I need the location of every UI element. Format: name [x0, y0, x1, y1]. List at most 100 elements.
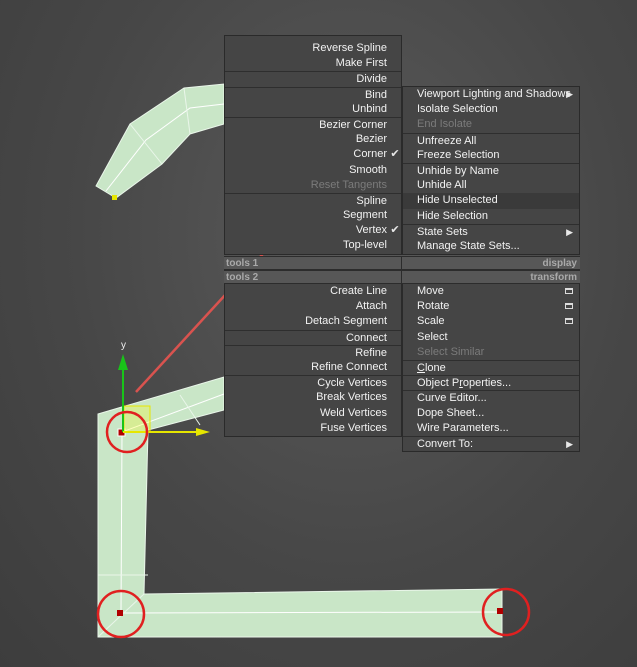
menu-item-break-vertices[interactable]: Break Vertices	[225, 390, 401, 405]
header-divider	[401, 270, 402, 284]
menu-item-label: Move	[417, 285, 444, 297]
menu-item-scale[interactable]: Scale	[403, 314, 579, 329]
menu-item-end-isolate: End Isolate	[403, 117, 579, 132]
menu-item-label: State Sets	[417, 225, 468, 238]
menu-item-bezier-corner[interactable]: Bezier Corner	[225, 116, 401, 132]
header-label-transform: transform	[530, 272, 577, 283]
menu-item-label: Bind	[364, 88, 387, 101]
menu-item-viewport-lighting-and-shadows[interactable]: Viewport Lighting and Shadows ▶	[403, 87, 579, 102]
menu-item-label: Freeze Selection	[417, 148, 500, 161]
header-divider	[401, 256, 402, 270]
menu-item-curve-editor[interactable]: Curve Editor...	[403, 390, 579, 405]
menu-item-spline[interactable]: Spline	[225, 192, 401, 208]
menu-item-label: Break Vertices	[316, 391, 387, 404]
vertex-marker[interactable]	[117, 610, 123, 616]
menu-item-label: Bezier Corner	[319, 118, 387, 131]
vertex-marker[interactable]	[497, 608, 503, 614]
menu-item-state-sets[interactable]: State Sets ▶	[403, 223, 579, 239]
spline-shape-upper[interactable]	[95, 83, 225, 200]
menu-item-unbind[interactable]: Unbind	[225, 102, 401, 117]
menu-item-label: Unbind	[352, 102, 387, 115]
menu-item-label: Smooth	[349, 163, 387, 176]
menu-item-label: Reset Tangents	[310, 178, 387, 191]
menu-item-select[interactable]: Select	[403, 330, 579, 345]
menu-item-rotate[interactable]: Rotate	[403, 299, 579, 314]
menu-item-convert-to[interactable]: Convert To: ▶	[403, 435, 579, 451]
menu-item-label: Detach Segment	[305, 315, 387, 328]
menu-item-label: Manage State Sets...	[417, 239, 520, 252]
menu-item-label: Refine Connect	[311, 360, 387, 373]
menu-item-label: Rotate	[417, 300, 450, 313]
quad-tools2: Create Line Attach Detach Segment Connect Re…	[224, 284, 402, 437]
checkmark-icon: ✔	[390, 148, 400, 161]
settings-dialog-icon[interactable]	[565, 303, 573, 310]
menu-item-unhide-all[interactable]: Unhide All	[403, 178, 579, 193]
menu-item-top-level[interactable]: Top-level	[225, 238, 401, 253]
menu-item-label: Corner	[353, 148, 387, 161]
settings-dialog-icon[interactable]	[565, 288, 573, 294]
quad-tools1: Reverse Spline Make First Divide Bind Unbind…	[224, 35, 402, 255]
settings-dialog-icon[interactable]	[565, 318, 573, 325]
submenu-arrow-icon: ▶	[566, 89, 573, 99]
menu-item-segment[interactable]: Segment	[225, 208, 401, 223]
menu-item-label: Unfreeze All	[417, 134, 477, 147]
menu-item-divide[interactable]: Divide	[225, 71, 401, 86]
menu-item-dope-sheet[interactable]: Dope Sheet...	[403, 406, 579, 421]
menu-item-label: Isolate Selection	[417, 103, 498, 116]
menu-item-bind[interactable]: Bind	[225, 86, 401, 102]
menu-item-label: Divide	[356, 73, 387, 86]
menu-item-hide-selection[interactable]: Hide Selection	[403, 209, 579, 224]
menu-item-clone[interactable]: Clone	[403, 359, 579, 375]
menu-item-label: Refine	[355, 346, 387, 359]
menu-item-hide-unselected[interactable]: Hide Unselected	[403, 193, 579, 209]
quad-transform: Move Rotate Scale Select Select Similar Clone…	[402, 284, 580, 453]
submenu-arrow-icon: ▶	[566, 438, 573, 449]
menu-item-create-line[interactable]: Create Line	[225, 284, 401, 299]
menu-item-wire-parameters[interactable]: Wire Parameters...	[403, 421, 579, 436]
menu-item-move[interactable]: Move	[403, 284, 579, 299]
menu-item-object-properties[interactable]: Object Properties...	[403, 375, 579, 390]
menu-item-weld-vertices[interactable]: Weld Vertices	[225, 406, 401, 421]
header-label-tools1: tools 1	[226, 258, 259, 269]
menu-item-detach-segment[interactable]: Detach Segment	[225, 314, 401, 329]
menu-item-label: Cycle Vertices	[317, 377, 387, 390]
menu-item-cycle-vertices[interactable]: Cycle Vertices	[225, 375, 401, 390]
menu-item-manage-state-sets[interactable]: Manage State Sets...	[403, 239, 579, 254]
menu-item-label: Clone	[417, 361, 446, 374]
menu-item-connect[interactable]: Connect	[225, 329, 401, 345]
menu-item-fuse-vertices[interactable]: Fuse Vertices	[225, 421, 401, 436]
menu-item-reverse-spline[interactable]: Reverse Spline	[225, 41, 401, 56]
menu-item-bezier[interactable]: Bezier	[225, 132, 401, 147]
menu-item-label: Make First	[335, 57, 387, 70]
menu-item-refine[interactable]: Refine	[225, 344, 401, 360]
menu-item-freeze-selection[interactable]: Freeze Selection	[403, 148, 579, 163]
menu-item-corner[interactable]: Corner ✔	[225, 147, 401, 162]
menu-item-label: Segment	[342, 209, 387, 222]
menu-item-make-first[interactable]: Make First	[225, 56, 401, 71]
gizmo-y-label: y	[121, 340, 126, 351]
quad-header-tools2: tools 2 transform	[224, 270, 580, 284]
menu-item-label: Wire Parameters...	[417, 421, 509, 434]
vertex-marker[interactable]	[112, 195, 117, 200]
menu-item-label: Connect	[346, 331, 387, 344]
menu-item-refine-connect[interactable]: Refine Connect	[225, 360, 401, 375]
menu-item-unfreeze-all[interactable]: Unfreeze All	[403, 132, 579, 148]
menu-item-label: Hide Selection	[417, 209, 488, 222]
quad-display: Viewport Lighting and Shadows ▶ Isolate Se…	[402, 86, 580, 256]
menu-item-label: Object Properties...	[417, 377, 512, 390]
menu-item-label: Curve Editor...	[417, 392, 487, 405]
quad-header-tools1: tools 1 display	[224, 256, 580, 270]
menu-item-label: Weld Vertices	[319, 406, 387, 419]
menu-item-attach[interactable]: Attach	[225, 299, 401, 314]
menu-item-isolate-selection[interactable]: Isolate Selection	[403, 102, 579, 117]
menu-item-label: Bezier	[355, 133, 387, 146]
checkmark-icon: ✔	[390, 224, 400, 237]
menu-item-label: Viewport Lighting and Shadows	[417, 88, 571, 100]
menu-item-label: Attach	[355, 300, 387, 313]
menu-item-vertex[interactable]: Vertex ✔	[225, 223, 401, 238]
menu-item-label: Vertex	[355, 224, 387, 237]
menu-item-label: Dope Sheet...	[417, 406, 485, 419]
header-label-tools2: tools 2	[226, 272, 259, 283]
menu-item-smooth[interactable]: Smooth	[225, 163, 401, 178]
menu-item-unhide-by-name[interactable]: Unhide by Name	[403, 162, 579, 178]
